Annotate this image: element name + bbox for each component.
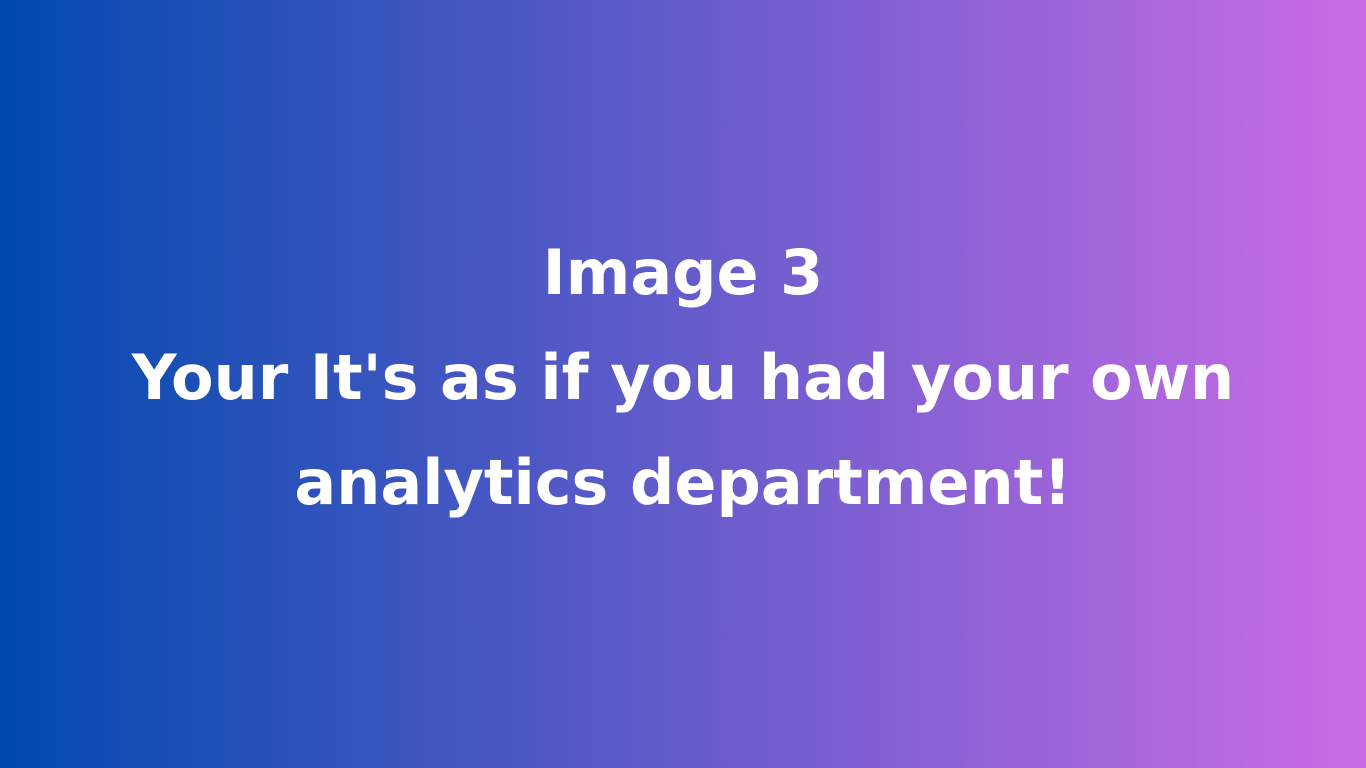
slide-text-block: Image 3 Your It's as if you had your own… [33, 220, 1333, 535]
slide-heading: Image 3 [542, 235, 824, 309]
slide-canvas: Image 3 Your It's as if you had your own… [0, 0, 1366, 768]
slide-body-line-1: Your It's as if you had your own [131, 340, 1235, 414]
slide-body-line-2: analytics department! [294, 445, 1072, 519]
